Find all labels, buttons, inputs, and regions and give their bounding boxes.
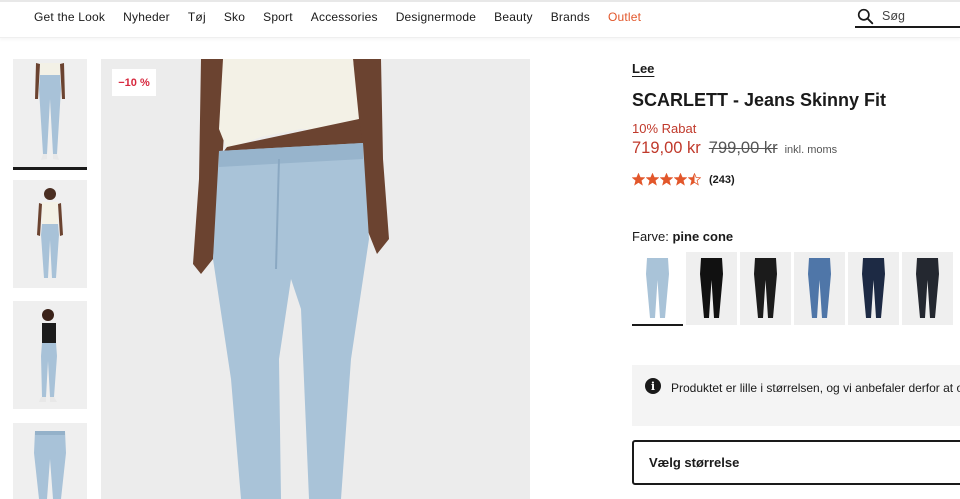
search-bar[interactable] [855, 6, 960, 28]
color-swatch-charcoal[interactable] [902, 252, 953, 325]
nav-item-sport[interactable]: Sport [263, 10, 293, 24]
category-nav: Get the Look Nyheder Tøj Sko Sport Acces… [34, 10, 659, 24]
size-select-button[interactable]: Vælg størrelse [632, 440, 960, 485]
thumbnail-3[interactable] [13, 301, 87, 409]
star-icon [646, 173, 659, 186]
nav-item-toj[interactable]: Tøj [188, 10, 206, 24]
product-title: SCARLETT - Jeans Skinny Fit [632, 90, 887, 110]
thumbnail-image-model-front [13, 59, 87, 167]
discount-label: 10% Rabat [632, 121, 697, 136]
jeans-model-photo [101, 59, 530, 499]
swatch-jeans-image [646, 258, 669, 318]
thumbnail-1[interactable] [13, 59, 87, 170]
color-swatch-black-washed[interactable] [740, 252, 791, 325]
size-select-label: Vælg størrelse [649, 455, 740, 470]
nav-item-outlet[interactable]: Outlet [608, 10, 641, 24]
selected-color-name: pine cone [672, 229, 734, 244]
main-product-image[interactable] [101, 59, 530, 499]
color-label: Farve: pine cone [632, 229, 733, 244]
sale-price: 719,00 kr [632, 139, 701, 157]
nav-item-get-the-look[interactable]: Get the Look [34, 10, 105, 24]
nav-item-accessories[interactable]: Accessories [311, 10, 378, 24]
size-info-text: Produktet er lille i størrelsen, og vi a… [671, 381, 960, 395]
discount-badge: −10 % [112, 69, 156, 96]
star-icon [674, 173, 687, 186]
size-info-box: i Produktet er lille i størrelsen, og vi… [632, 365, 960, 426]
color-swatch-dark-navy[interactable] [848, 252, 899, 325]
color-swatch-mid-blue[interactable] [794, 252, 845, 325]
color-swatch-pine-cone[interactable] [632, 252, 683, 326]
nav-item-beauty[interactable]: Beauty [494, 10, 533, 24]
vat-note: inkl. moms [784, 144, 838, 156]
star-icon [688, 173, 701, 186]
color-label-prefix: Farve: [632, 229, 669, 244]
search-input[interactable] [882, 9, 960, 23]
star-icon [660, 173, 673, 186]
nav-item-sko[interactable]: Sko [224, 10, 245, 24]
price-row: 719,00 kr 799,00 kr inkl. moms [632, 139, 837, 158]
color-swatch-black[interactable] [686, 252, 737, 325]
thumbnail-image-model-side [13, 301, 87, 409]
star-rating [632, 173, 701, 186]
swatch-jeans-image [808, 258, 831, 318]
swatch-jeans-image [700, 258, 723, 318]
brand-link[interactable]: Lee [632, 61, 654, 76]
swatch-jeans-image [916, 258, 939, 318]
swatch-jeans-image [862, 258, 885, 318]
top-navigation: Get the Look Nyheder Tøj Sko Sport Acces… [0, 0, 960, 38]
thumbnail-image-product-flat [13, 423, 87, 499]
swatch-jeans-image [754, 258, 777, 318]
info-icon: i [645, 378, 661, 394]
nav-item-nyheder[interactable]: Nyheder [123, 10, 170, 24]
thumbnail-image-model-top [13, 180, 87, 288]
rating[interactable]: (243) [632, 173, 735, 186]
thumbnail-2[interactable] [13, 180, 87, 288]
search-icon[interactable] [857, 8, 874, 25]
nav-item-designermode[interactable]: Designermode [396, 10, 476, 24]
nav-item-brands[interactable]: Brands [551, 10, 590, 24]
rating-count: (243) [709, 173, 735, 186]
original-price: 799,00 kr [708, 139, 778, 157]
thumbnail-4[interactable] [13, 423, 87, 499]
star-icon [632, 173, 645, 186]
